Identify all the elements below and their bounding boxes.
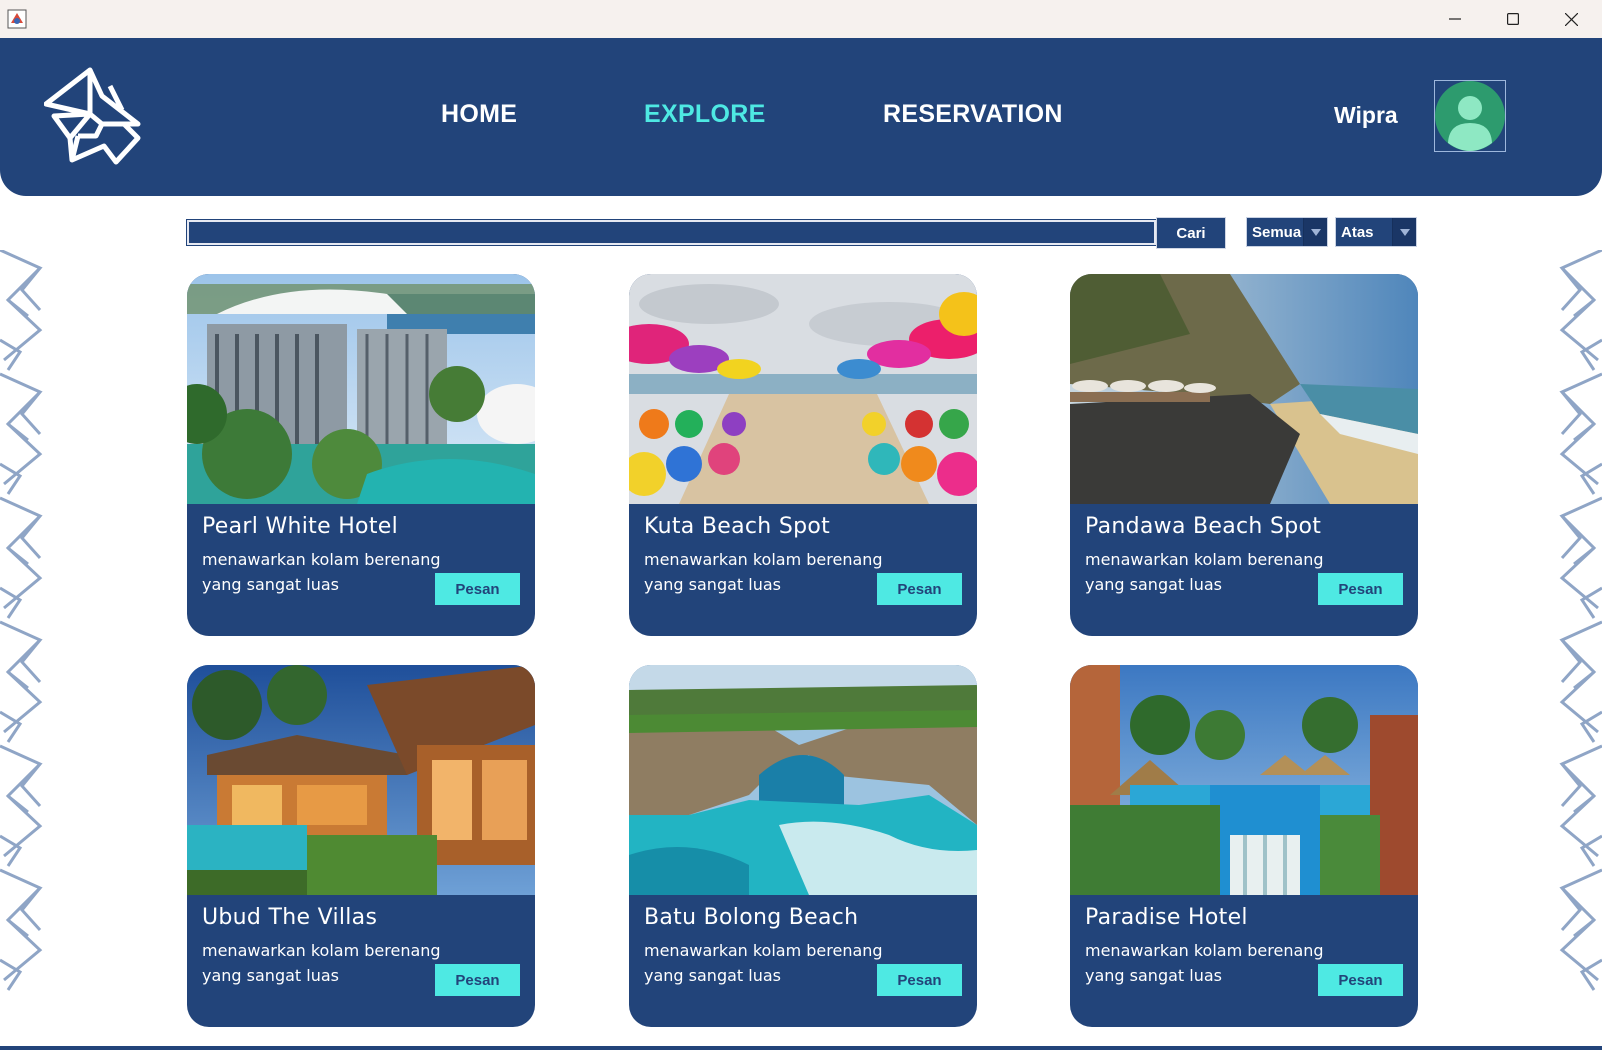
rock-arch-sea-photo — [629, 665, 977, 895]
card-description: menawarkan kolam berenang yang sangat lu… — [1085, 941, 1324, 985]
close-icon[interactable] — [1542, 0, 1600, 38]
card-title: Kuta Beach Spot — [644, 514, 831, 539]
nav-reservation[interactable]: RESERVATION — [883, 100, 1063, 129]
card-title: Ubud The Villas — [202, 905, 378, 930]
pesan-button[interactable]: Pesan — [435, 964, 520, 996]
pesan-button[interactable]: Pesan — [877, 573, 962, 605]
search-button[interactable]: Cari — [1156, 217, 1226, 249]
pesan-button[interactable]: Pesan — [435, 573, 520, 605]
card-title: Pandawa Beach Spot — [1085, 514, 1322, 539]
destination-card: Pandawa Beach Spot menawarkan kolam bere… — [1070, 274, 1418, 636]
origami-logo-icon — [44, 67, 141, 165]
card-description: menawarkan kolam berenang yang sangat lu… — [1085, 550, 1324, 594]
category-select[interactable]: Semua — [1246, 217, 1328, 247]
pesan-button[interactable]: Pesan — [1318, 964, 1403, 996]
search-input[interactable] — [186, 219, 1157, 246]
destination-card: Ubud The Villas menawarkan kolam berenan… — [187, 665, 535, 1027]
sort-select[interactable]: Atas — [1335, 217, 1417, 247]
hotel-building-pool-photo — [187, 274, 535, 504]
chevron-down-icon[interactable] — [1303, 218, 1327, 246]
card-title: Pearl White Hotel — [202, 514, 398, 539]
card-description: menawarkan kolam berenang yang sangat lu… — [644, 550, 883, 594]
minimize-icon[interactable] — [1426, 0, 1484, 38]
card-title: Batu Bolong Beach — [644, 905, 859, 930]
sort-select-value: Atas — [1341, 223, 1374, 241]
user-avatar-icon — [1435, 81, 1505, 151]
pesan-button[interactable]: Pesan — [877, 964, 962, 996]
decorative-pattern-left — [0, 250, 43, 992]
nav-explore[interactable]: EXPLORE — [644, 100, 766, 129]
destination-card: Kuta Beach Spot menawarkan kolam berenan… — [629, 274, 977, 636]
avatar[interactable] — [1434, 80, 1506, 152]
maximize-icon[interactable] — [1484, 0, 1542, 38]
category-select-value: Semua — [1252, 223, 1302, 241]
app-header: HOME EXPLORE RESERVATION Wipra — [0, 38, 1602, 196]
destination-card: Paradise Hotel menawarkan kolam berenang… — [1070, 665, 1418, 1027]
card-title: Paradise Hotel — [1085, 905, 1248, 930]
cliff-beach-photo — [1070, 274, 1418, 504]
resort-pool-photo — [1070, 665, 1418, 895]
chevron-down-icon[interactable] — [1392, 218, 1416, 246]
username-label: Wipra — [1334, 102, 1398, 128]
window-bottom-border — [0, 1046, 1602, 1050]
window-titlebar — [0, 0, 1602, 38]
card-description: menawarkan kolam berenang yang sangat lu… — [202, 941, 441, 985]
beach-umbrellas-photo — [629, 274, 977, 504]
decorative-pattern-right — [1560, 250, 1602, 992]
card-description: menawarkan kolam berenang yang sangat lu… — [644, 941, 883, 985]
destination-card: Pearl White Hotel menawarkan kolam beren… — [187, 274, 535, 636]
villa-pool-photo — [187, 665, 535, 895]
java-app-icon — [7, 9, 27, 29]
pesan-button[interactable]: Pesan — [1318, 573, 1403, 605]
nav-home[interactable]: HOME — [441, 100, 517, 129]
card-description: menawarkan kolam berenang yang sangat lu… — [202, 550, 441, 594]
destination-card: Batu Bolong Beach menawarkan kolam beren… — [629, 665, 977, 1027]
